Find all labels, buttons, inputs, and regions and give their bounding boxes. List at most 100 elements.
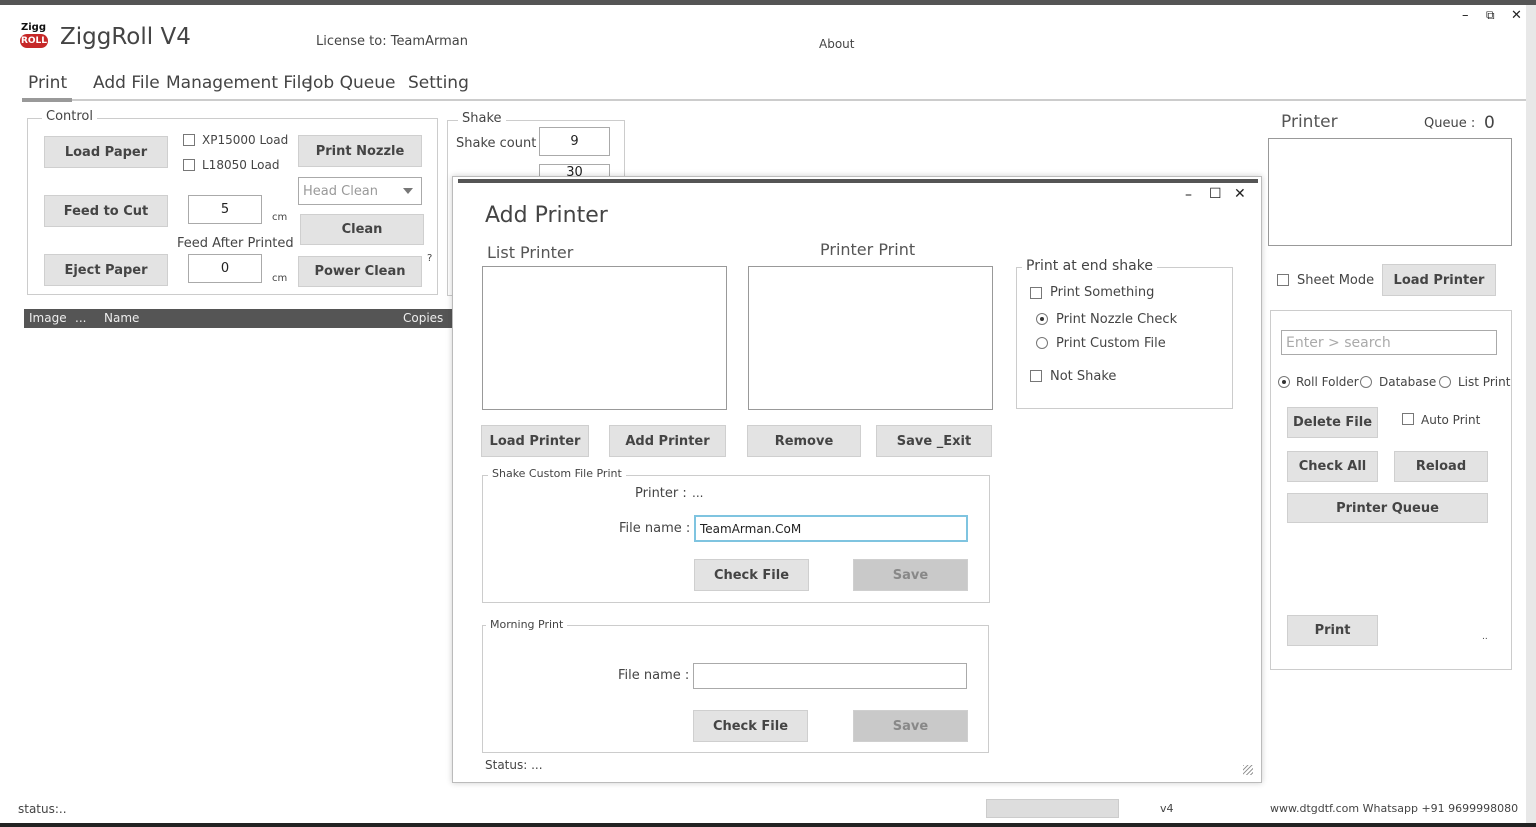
load-printer-button[interactable]: Load Printer	[1382, 264, 1496, 296]
printer-print-box[interactable]	[748, 266, 993, 410]
feed-after-printed-label: Feed After Printed	[177, 236, 294, 251]
power-clean-button[interactable]: Power Clean	[298, 256, 422, 287]
print-nozzle-button[interactable]: Print Nozzle	[298, 135, 422, 167]
window-right-edge	[1526, 5, 1536, 823]
not-shake-checkbox[interactable]	[1030, 370, 1042, 382]
menu-active-indicator	[22, 98, 72, 102]
roll-folder-radio[interactable]	[1278, 376, 1290, 388]
window-top-border	[0, 0, 1536, 5]
shake-count-input[interactable]: 9	[539, 127, 610, 156]
head-clean-select[interactable]: Head Clean	[298, 177, 422, 205]
check-all-button[interactable]: Check All	[1287, 451, 1378, 482]
printer-list-box[interactable]	[1268, 138, 1512, 246]
morning-save-button[interactable]: Save	[853, 710, 968, 742]
dialog-close-icon[interactable]: ✕	[1234, 186, 1246, 202]
dialog-maximize-icon[interactable]: ☐	[1209, 186, 1222, 202]
feed-to-cut-button[interactable]: Feed to Cut	[44, 195, 168, 227]
minimize-icon[interactable]: –	[1462, 8, 1469, 23]
status-progress	[986, 799, 1119, 818]
printer-panel-title: Printer	[1281, 112, 1338, 132]
print-something-label: Print Something	[1050, 285, 1155, 300]
panel-dots: ..	[1482, 632, 1488, 642]
restore-icon[interactable]: ⧉	[1486, 8, 1495, 23]
window-bottom-border	[0, 823, 1536, 827]
morning-file-name-input[interactable]	[693, 663, 967, 689]
save-button[interactable]: Save	[853, 559, 968, 591]
clean-button[interactable]: Clean	[300, 214, 424, 245]
shake-count-label: Shake count	[456, 136, 537, 151]
printer-queue-button[interactable]: Printer Queue	[1287, 493, 1488, 523]
file-name-label: File name :	[619, 521, 691, 536]
check-file-button[interactable]: Check File	[694, 559, 809, 591]
tab-setting[interactable]: Setting	[408, 73, 469, 93]
roll-folder-label: Roll Folder	[1296, 375, 1359, 389]
col-name[interactable]: Name	[104, 311, 139, 325]
head-clean-value: Head Clean	[303, 183, 379, 199]
print-nozzle-check-label: Print Nozzle Check	[1056, 312, 1178, 327]
print-nozzle-check-radio[interactable]	[1036, 313, 1048, 325]
list-printer-box[interactable]	[482, 266, 727, 410]
print-custom-file-radio[interactable]	[1036, 337, 1048, 349]
shake-legend: Shake	[458, 111, 506, 126]
dialog-minimize-icon[interactable]: –	[1185, 187, 1192, 203]
l18050-load-checkbox[interactable]	[183, 159, 195, 171]
print-button[interactable]: Print	[1287, 615, 1378, 646]
license-text: License to: TeamArman	[316, 34, 468, 49]
tab-print[interactable]: Print	[28, 73, 67, 93]
queue-label: Queue :	[1424, 116, 1476, 131]
col-image-dots: ...	[75, 311, 87, 325]
printer-value: ...	[692, 486, 704, 500]
not-shake-label: Not Shake	[1050, 369, 1117, 384]
contact-text: www.dtgdtf.com Whatsapp +91 9699998080	[1270, 802, 1519, 815]
eject-paper-button[interactable]: Eject Paper	[44, 254, 168, 286]
print-something-checkbox[interactable]	[1030, 287, 1042, 299]
load-paper-button[interactable]: Load Paper	[44, 136, 168, 168]
morning-print-legend: Morning Print	[486, 618, 568, 631]
tab-job-queue[interactable]: Job Queue	[308, 73, 395, 93]
auto-print-checkbox[interactable]	[1402, 413, 1414, 425]
remove-button[interactable]: Remove	[747, 425, 861, 457]
save-exit-button[interactable]: Save _Exit	[876, 425, 992, 457]
delete-file-button[interactable]: Delete File	[1287, 407, 1378, 438]
database-radio[interactable]	[1360, 376, 1372, 388]
sheet-mode-checkbox[interactable]	[1277, 274, 1289, 286]
dialog-load-printer-button[interactable]: Load Printer	[481, 425, 589, 457]
feed-after-printed-input[interactable]: 0	[188, 254, 262, 283]
status-text: status:..	[18, 802, 67, 816]
tab-add-file[interactable]: Add File	[93, 73, 160, 93]
resize-grip-icon[interactable]	[1243, 765, 1253, 775]
dialog-status: Status: ...	[485, 758, 543, 772]
app-logo: Zigg ROLL	[18, 22, 52, 54]
list-print-label: List Print	[1458, 375, 1511, 389]
about-link[interactable]: About	[819, 37, 854, 51]
printer-label: Printer :	[635, 486, 687, 501]
morning-file-name-label: File name :	[618, 668, 690, 683]
add-printer-button[interactable]: Add Printer	[609, 425, 726, 457]
dialog-top-border	[458, 179, 1258, 183]
printer-print-label: Printer Print	[820, 240, 916, 259]
search-input[interactable]: Enter > search	[1281, 330, 1497, 355]
l18050-load-label: L18050 Load	[202, 158, 280, 172]
shake-custom-file-legend: Shake Custom File Print	[488, 467, 626, 480]
menu-divider	[22, 99, 1526, 101]
control-legend: Control	[42, 109, 97, 124]
feed-unit-label: cm	[272, 212, 288, 223]
morning-check-file-button[interactable]: Check File	[693, 710, 808, 742]
list-print-radio[interactable]	[1439, 376, 1451, 388]
list-printer-label: List Printer	[487, 243, 574, 262]
col-copies[interactable]: Copies	[403, 311, 443, 325]
col-image[interactable]: Image	[29, 311, 67, 325]
xp15000-load-checkbox[interactable]	[183, 134, 195, 146]
version-text: v4	[1160, 802, 1174, 815]
reload-button[interactable]: Reload	[1394, 451, 1488, 482]
chevron-down-icon	[403, 188, 413, 194]
eject-unit-label: cm	[272, 273, 288, 284]
feed-to-cut-input[interactable]: 5	[188, 195, 262, 224]
database-label: Database	[1379, 375, 1437, 389]
tab-management-file[interactable]: Management File	[166, 73, 312, 93]
close-icon[interactable]: ✕	[1511, 8, 1522, 23]
file-name-input[interactable]: TeamArman.CoM	[694, 515, 968, 542]
sheet-mode-label: Sheet Mode	[1297, 273, 1375, 288]
help-icon[interactable]: ?	[427, 253, 432, 264]
auto-print-label: Auto Print	[1421, 413, 1481, 427]
